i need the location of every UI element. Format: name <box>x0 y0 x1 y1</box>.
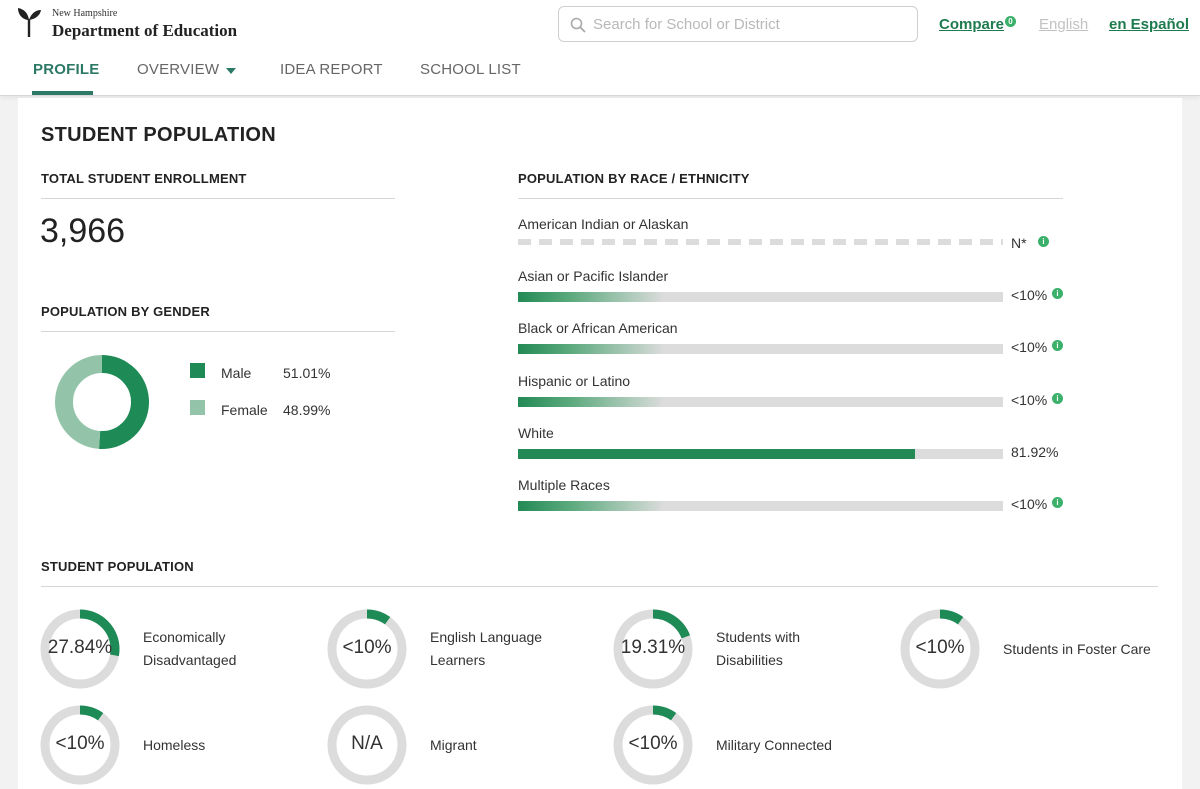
tab-idea-report[interactable]: IDEA REPORT <box>280 61 383 78</box>
gender-donut-chart <box>55 355 149 449</box>
spanish-language-link[interactable]: en Español <box>1109 16 1189 33</box>
compare-link[interactable]: Compare <box>939 16 1004 33</box>
tab-school-list[interactable]: SCHOOL LIST <box>420 61 521 78</box>
female-legend-label: Female <box>221 402 268 418</box>
race-bar-track <box>518 292 1003 303</box>
info-icon[interactable]: i <box>1052 288 1063 300</box>
stat-label: English Language Learners <box>430 626 542 672</box>
stat-label: Migrant <box>430 734 477 757</box>
female-legend-swatch <box>190 400 205 415</box>
logo-department-name: Department of Education <box>52 21 238 40</box>
stat-label-line: Military Connected <box>716 736 832 753</box>
stat-label-line: Disabilities <box>716 652 783 668</box>
donut-slice-male <box>99 355 149 449</box>
logo-state-name: New Hampshire <box>52 8 118 19</box>
race-bar-unavailable <box>518 239 1003 245</box>
race-label: Hispanic or Latino <box>518 372 631 389</box>
gender-heading: POPULATION BY GENDER <box>41 304 210 319</box>
race-label: Multiple Races <box>518 477 610 493</box>
search-input[interactable] <box>593 14 903 34</box>
male-legend-label: Male <box>221 365 252 381</box>
tab-profile[interactable]: PROFILE <box>33 61 99 78</box>
stat-value: 19.31% <box>620 637 686 658</box>
population-heading: STUDENT POPULATION <box>41 559 194 574</box>
student-population-card: STUDENT POPULATION TOTAL STUDENT ENROLLM… <box>18 98 1182 789</box>
stat-label-line: Disadvantaged <box>143 652 237 668</box>
race-bar-fill <box>518 344 664 355</box>
male-legend-swatch <box>190 363 205 378</box>
tab-overview[interactable]: OVERVIEW <box>137 61 219 78</box>
divider <box>41 331 395 332</box>
race-value: N* <box>1011 235 1027 251</box>
stat-label-line: Migrant <box>430 736 477 753</box>
divider <box>41 586 1158 587</box>
race-value: 81.92% <box>1011 443 1059 460</box>
enrollment-heading: TOTAL STUDENT ENROLLMENT <box>41 171 247 186</box>
stat-label-line: Homeless <box>143 736 206 753</box>
race-bar-fill <box>518 292 664 303</box>
search-box[interactable] <box>558 6 918 42</box>
stat-value: <10% <box>342 637 392 658</box>
compare-count-badge: 0 <box>1005 16 1016 27</box>
stat-value: <10% <box>915 637 965 658</box>
stat-label-line: Students in Foster Care <box>1003 640 1151 657</box>
stat-label: Students in Foster Care <box>1003 638 1151 661</box>
male-legend-value: 51.01% <box>283 365 331 381</box>
race-label: Black or African American <box>518 320 678 337</box>
race-heading: POPULATION BY RACE / ETHNICITY <box>518 171 750 186</box>
page-title: STUDENT POPULATION <box>41 124 277 146</box>
female-legend-value: 48.99% <box>283 402 331 418</box>
race-value: <10% <box>1011 287 1048 304</box>
info-icon[interactable]: i <box>1038 236 1049 247</box>
stat-value: <10% <box>628 733 678 754</box>
sprout-logo-icon <box>18 8 41 37</box>
stat-label: Military Connected <box>716 734 832 757</box>
stat-label: Economically Disadvantaged <box>143 626 236 672</box>
race-bar-track <box>518 344 1003 355</box>
info-icon[interactable]: i <box>1052 392 1063 404</box>
stat-label-line: Students with <box>716 629 801 645</box>
race-bar-fill <box>518 396 664 407</box>
stat-value: <10% <box>55 733 105 754</box>
race-bar-track <box>518 501 1003 511</box>
info-icon[interactable]: i <box>1052 340 1063 352</box>
donut-slice-female <box>55 355 103 449</box>
chevron-down-icon[interactable] <box>226 68 236 74</box>
race-bar-track <box>518 448 1003 459</box>
race-label: Asian or Pacific Islander <box>518 268 669 285</box>
race-value: <10% <box>1011 496 1048 512</box>
race-label: American Indian or Alaskan <box>518 216 689 232</box>
stat-label: Homeless <box>143 734 205 757</box>
nh-doe-logo[interactable]: New Hampshire Department of Education <box>16 6 237 40</box>
active-tab-indicator <box>32 91 93 95</box>
total-enrollment-value: 3,966 <box>40 212 126 250</box>
divider <box>41 198 395 199</box>
info-icon[interactable]: i <box>1052 497 1063 508</box>
race-value: <10% <box>1011 391 1048 408</box>
race-label: White <box>518 424 554 441</box>
race-value: <10% <box>1011 339 1048 356</box>
race-bar-fill <box>518 501 664 511</box>
race-bar-track <box>518 396 1003 407</box>
stat-value: N/A <box>351 733 383 754</box>
stat-label-line: Economically <box>143 629 226 645</box>
stat-label-line: English Language <box>430 629 543 645</box>
search-icon <box>570 17 586 33</box>
stat-value: 27.84% <box>47 637 113 658</box>
divider <box>518 198 1063 199</box>
english-language-link[interactable]: English <box>1039 16 1088 33</box>
site-header: New Hampshire Department of Education Co… <box>0 0 1200 96</box>
race-bar-fill <box>518 448 916 459</box>
stat-label-line: Learners <box>430 652 486 668</box>
stat-label: Students with Disabilities <box>716 626 800 672</box>
